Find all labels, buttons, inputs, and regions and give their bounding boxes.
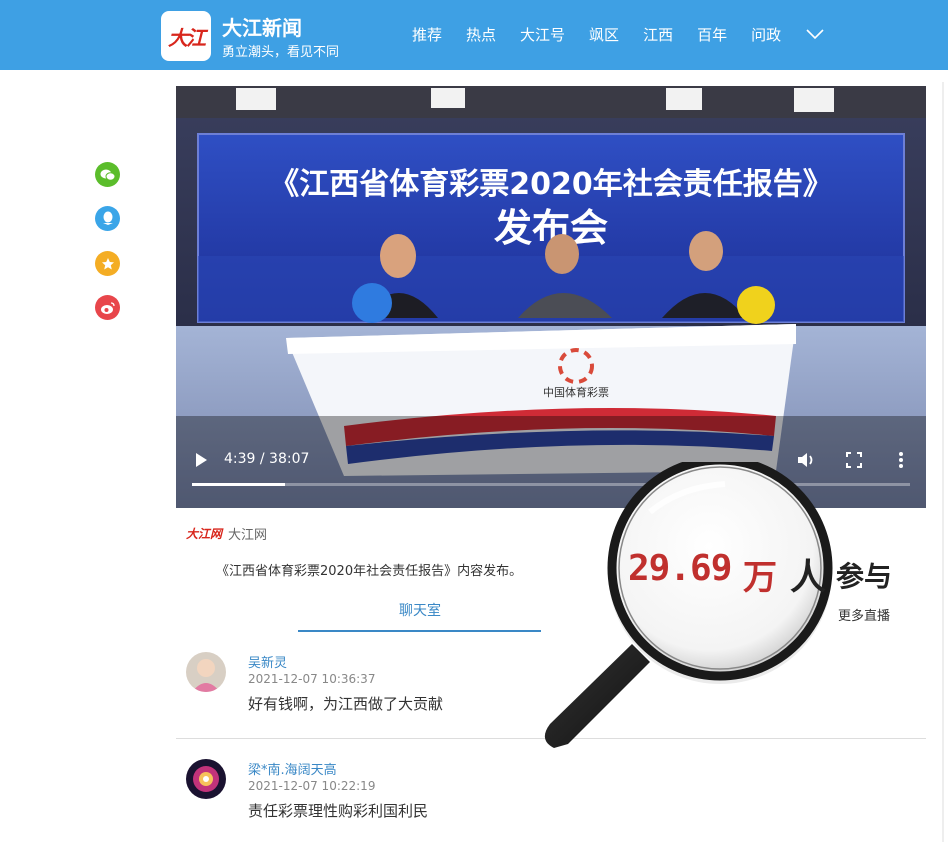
participant-unit: 万 <box>743 558 777 598</box>
video-progress-fill <box>192 483 286 486</box>
participant-count: 29.69 <box>628 548 732 589</box>
nav-item-jiangxi[interactable]: 江西 <box>643 24 673 45</box>
video-player[interactable]: 《江西省体育彩票2020年社会责任报告》 发布会 中国体育彩票 4:39 / 3… <box>176 86 926 508</box>
article-description: 《江西省体育彩票2020年社会责任报告》内容发布。 <box>216 564 523 579</box>
chevron-down-icon[interactable] <box>805 24 825 44</box>
tab-underline <box>298 630 541 632</box>
brand-name: 大江新闻 <box>222 16 302 40</box>
top-header: 大江 大江新闻 勇立潮头，看见不同 推荐 热点 大江号 飒区 江西 百年 问政 <box>0 0 948 70</box>
participant-ren: 人 <box>790 557 827 598</box>
comment-text: 责任彩票理性购彩利国利民 <box>248 802 429 820</box>
video-time: 4:39 / 38:07 <box>224 451 310 467</box>
comment-time: 2021-12-07 10:36:37 <box>248 672 376 686</box>
play-icon[interactable] <box>194 452 208 468</box>
page-edge <box>942 82 944 842</box>
magnifier-graphic <box>544 462 833 748</box>
avatar[interactable] <box>186 652 226 692</box>
qq-share-icon[interactable] <box>95 206 120 231</box>
nav-item-hot[interactable]: 热点 <box>466 24 496 45</box>
article-source: 大江网 大江网 <box>186 524 267 543</box>
video-frame: 《江西省体育彩票2020年社会责任报告》 发布会 中国体育彩票 <box>176 86 926 508</box>
participant-label: 参与 <box>836 560 893 593</box>
nav-item-recommend[interactable]: 推荐 <box>412 24 442 45</box>
logo-text: 大江 <box>168 25 206 50</box>
source-name[interactable]: 大江网 <box>228 524 267 543</box>
banner-line-1: 《江西省体育彩票2020年社会责任报告》 <box>269 167 833 202</box>
comment-user[interactable]: 吴新灵 <box>248 652 287 671</box>
brand-slogan: 勇立潮头，看见不同 <box>222 45 340 60</box>
avatar[interactable] <box>186 759 226 799</box>
wechat-share-icon[interactable] <box>95 162 120 187</box>
source-logo: 大江网 <box>186 527 223 541</box>
nav-item-wenzheng[interactable]: 问政 <box>751 24 781 45</box>
comment-text: 好有钱啊，为江西做了大贡献 <box>248 695 444 713</box>
desk-logo-text: 中国体育彩票 <box>543 385 609 399</box>
nav-item-dajianghao[interactable]: 大江号 <box>520 24 565 45</box>
comment-time: 2021-12-07 10:22:19 <box>248 779 376 793</box>
favorite-star-icon[interactable] <box>95 251 120 276</box>
site-logo[interactable]: 大江 <box>161 11 211 61</box>
nav-item-bainian[interactable]: 百年 <box>697 24 727 45</box>
weibo-share-icon[interactable] <box>95 295 120 320</box>
nav-item-saqu[interactable]: 飒区 <box>589 24 619 45</box>
comment-user[interactable]: 梁*南.海阔天高 <box>248 759 337 778</box>
tab-chatroom[interactable]: 聊天室 <box>300 600 540 620</box>
main-nav: 推荐 热点 大江号 飒区 江西 百年 问政 <box>412 24 805 45</box>
